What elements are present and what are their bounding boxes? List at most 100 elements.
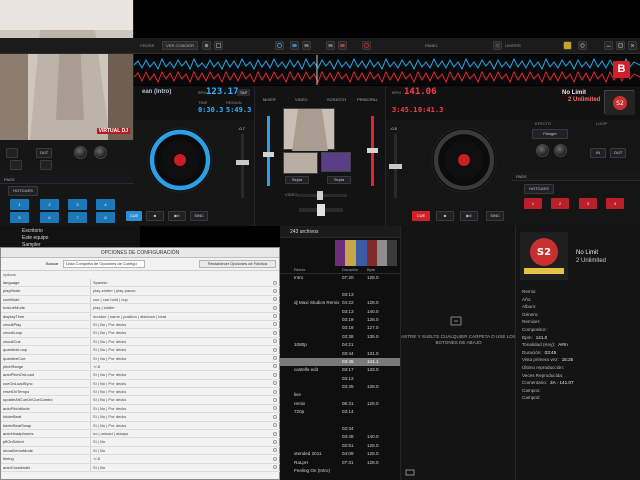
left-pad-4[interactable]: 4 bbox=[96, 199, 115, 210]
config-row[interactable]: autoHeadphones no | onload | always bbox=[1, 430, 280, 439]
tab-principal[interactable]: PRINCIPAL bbox=[357, 97, 385, 103]
folder-icon[interactable] bbox=[563, 41, 572, 50]
file-row[interactable]: live bbox=[280, 391, 400, 399]
info-icon[interactable] bbox=[273, 364, 277, 369]
left-pad-8[interactable]: 8 bbox=[96, 212, 115, 223]
config-row[interactable]: displayTime number | name | position | di… bbox=[1, 312, 280, 321]
video-crossfader-handle[interactable] bbox=[317, 191, 323, 200]
config-row[interactable]: resetOnTempo Sí | No | Por decks bbox=[1, 388, 280, 397]
file-row[interactable]: 03:13 bbox=[280, 291, 400, 299]
config-row-value[interactable]: Sí | No | Por decks bbox=[90, 320, 268, 329]
config-row-value[interactable]: +/-8 bbox=[90, 362, 268, 371]
left-pad-3[interactable]: 3 bbox=[68, 199, 87, 210]
left-hotcues-dropdown[interactable]: HOTCUES bbox=[8, 186, 38, 196]
info-icon[interactable] bbox=[273, 406, 277, 411]
mode-icon-3[interactable] bbox=[326, 41, 335, 50]
folder-item-0[interactable]: Escritorio bbox=[22, 228, 43, 234]
info-icon[interactable] bbox=[273, 431, 277, 436]
tab-scratch[interactable]: SCRATCH bbox=[327, 97, 351, 103]
tab-mixer[interactable]: MIXER bbox=[263, 97, 287, 103]
info-icon[interactable] bbox=[273, 465, 277, 470]
info-icon[interactable] bbox=[273, 439, 277, 444]
config-row[interactable]: circuitPlay Sí | No | Por decks bbox=[1, 320, 280, 330]
config-row-value[interactable]: Sí | No | Por decks bbox=[90, 396, 268, 404]
left-pad-6[interactable]: 6 bbox=[40, 212, 59, 223]
left-fx-btn-1[interactable] bbox=[6, 148, 18, 158]
config-search-input[interactable]: Lista Completa de Opciones de Configu bbox=[63, 260, 145, 268]
config-row-value[interactable]: Sí | No | Por decks bbox=[90, 404, 268, 413]
audio-crossfader-handle[interactable] bbox=[317, 204, 325, 216]
config-row[interactable]: quantizeLoop Sí | No | Por decks bbox=[1, 346, 280, 355]
config-row-value[interactable]: Sí | No | Por decks bbox=[90, 329, 268, 337]
file-row[interactable]: 03:18 127.0 bbox=[280, 324, 400, 332]
right-knob-2[interactable] bbox=[554, 144, 567, 157]
sync-left-icon[interactable] bbox=[275, 41, 284, 50]
config-row-value[interactable]: Sí | No | Por decks bbox=[90, 388, 268, 396]
file-row[interactable]: 03:19 128.0 bbox=[280, 316, 400, 324]
right-pad-4[interactable]: 4 bbox=[606, 198, 624, 209]
video-preview-left[interactable] bbox=[283, 152, 318, 174]
config-row-value[interactable]: Sí | No | Por decks bbox=[90, 337, 268, 346]
config-row[interactable]: pflOnSelect Sí | No bbox=[1, 438, 280, 447]
col-remix[interactable]: Remix bbox=[294, 267, 305, 272]
info-icon[interactable] bbox=[273, 356, 277, 361]
limiter-icon[interactable] bbox=[493, 41, 502, 50]
right-play-button[interactable]: ▶II bbox=[460, 211, 478, 221]
right-effect-dropdown[interactable]: Flanger bbox=[532, 129, 568, 139]
config-row[interactable]: circuitCue Sí | No | Por decks bbox=[1, 337, 280, 347]
left-fx-btn-3[interactable] bbox=[40, 160, 52, 170]
file-row[interactable]: 1080p 04:21 bbox=[280, 341, 400, 349]
info-icon[interactable] bbox=[273, 389, 277, 394]
right-jog-wheel[interactable] bbox=[420, 120, 510, 210]
info-icon[interactable] bbox=[273, 314, 277, 319]
config-row-value[interactable]: Sí | No | Por decks bbox=[90, 379, 268, 388]
config-row-value[interactable]: number | name | position | distance | be… bbox=[90, 312, 268, 320]
info-icon[interactable] bbox=[273, 305, 277, 310]
config-row[interactable]: playMode play-stutter | play-pause bbox=[1, 287, 280, 296]
left-stop-button[interactable]: ■ bbox=[146, 211, 164, 221]
left-pad-5[interactable]: 5 bbox=[10, 212, 29, 223]
file-row[interactable]: 03:34 bbox=[280, 425, 400, 433]
info-icon[interactable] bbox=[273, 372, 277, 377]
info-icon[interactable] bbox=[273, 322, 277, 327]
video-transition-right[interactable]: Sepia bbox=[327, 176, 351, 184]
config-row-value[interactable]: play-stutter | play-pause bbox=[90, 287, 268, 295]
info-icon[interactable] bbox=[273, 339, 277, 344]
config-row[interactable]: folderBeat Sí | No | Por decks bbox=[1, 413, 280, 422]
config-row-value[interactable]: +/-8 bbox=[90, 455, 268, 463]
sync-right-icon[interactable] bbox=[362, 41, 371, 50]
right-pitch-handle[interactable] bbox=[389, 164, 402, 169]
file-row[interactable]: 03:48 140.0 bbox=[280, 433, 400, 441]
close-icon[interactable] bbox=[628, 41, 637, 50]
config-row-value[interactable]: Sí | No | Por decks bbox=[90, 354, 268, 362]
mode-icon-4[interactable] bbox=[338, 41, 347, 50]
right-hotcues-dropdown[interactable]: HOTCUES bbox=[524, 184, 554, 194]
right-pad-3[interactable]: 3 bbox=[579, 198, 597, 209]
minimize-icon[interactable] bbox=[604, 41, 613, 50]
left-cue-button[interactable]: CUE bbox=[126, 211, 142, 221]
config-row-value[interactable]: play | stutter bbox=[90, 304, 268, 312]
config-row[interactable]: showDemoMode Sí | No bbox=[1, 446, 280, 456]
info-icon[interactable] bbox=[273, 297, 277, 302]
right-knob-1[interactable] bbox=[536, 144, 549, 157]
file-row[interactable]: castells edit 03:17 133.0 bbox=[280, 366, 400, 374]
file-row[interactable]: Feeling On (Intro) bbox=[280, 467, 400, 475]
left-knob-2[interactable] bbox=[94, 146, 107, 159]
right-loop-out[interactable]: OUT bbox=[610, 148, 626, 158]
left-fx-btn-2[interactable] bbox=[10, 160, 22, 170]
file-row[interactable] bbox=[280, 417, 400, 425]
file-row[interactable]: 03:38 135.0 bbox=[280, 333, 400, 341]
info-icon[interactable] bbox=[273, 456, 277, 461]
right-stop-button[interactable]: ■ bbox=[436, 211, 454, 221]
config-row[interactable]: quantizeCue Sí | No | Por decks bbox=[1, 354, 280, 363]
col-duration[interactable]: Duración bbox=[342, 267, 358, 272]
config-row-value[interactable]: Sí | No | Por decks bbox=[90, 346, 268, 354]
file-row[interactable]: dj Maxi Studios Remix 04:22 128.0 bbox=[280, 299, 400, 307]
info-icon[interactable] bbox=[273, 423, 277, 428]
file-row[interactable]: 03:12 bbox=[280, 375, 400, 383]
config-row-value[interactable]: Sí | No | Por decks bbox=[90, 421, 268, 430]
file-row[interactable] bbox=[280, 282, 400, 290]
left-volume-fader[interactable] bbox=[267, 116, 270, 186]
left-play-button[interactable]: ▶II bbox=[168, 211, 186, 221]
info-icon[interactable] bbox=[273, 280, 277, 285]
